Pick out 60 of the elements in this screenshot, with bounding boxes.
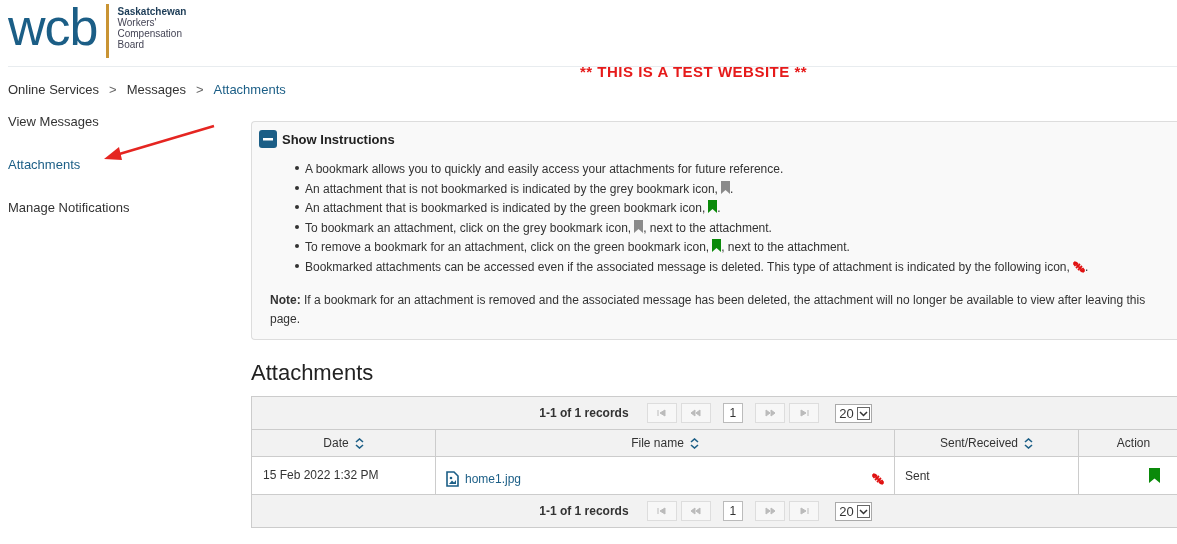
instruction-text: Bookmarked attachments can be accessed even if the associated message is deleted. This type of attachment is indicated by the following icon, — [305, 258, 1070, 276]
page-number[interactable]: 1 — [722, 403, 744, 423]
record-count: 1-1 of 1 records — [539, 504, 629, 518]
next-page-icon[interactable] — [755, 403, 786, 423]
bullet-icon — [295, 263, 299, 268]
direction-cell: Sent — [905, 468, 930, 483]
column-header[interactable]: Sent/Received — [939, 436, 1018, 450]
page-size-select[interactable]: 20 — [835, 501, 872, 521]
next-page-icon[interactable] — [755, 501, 786, 521]
note-text: Note: If a bookmark for an attachment is removed and the associated message has been deleted, the attachment will no longer be available to view after leaving this page. — [270, 292, 1147, 328]
broken-link-icon — [1072, 261, 1085, 274]
previous-page-icon[interactable] — [680, 403, 711, 423]
column-header[interactable]: Date — [323, 436, 349, 450]
instruction-text: . — [1084, 258, 1089, 276]
bullet-icon — [295, 185, 299, 190]
breadcrumb-link[interactable]: Online Services — [8, 81, 100, 97]
caret-icon[interactable] — [856, 504, 870, 518]
bullet-icon — [295, 244, 299, 248]
instruction-text: , next to the attachment. — [721, 239, 850, 256]
instruction-text: A bookmark allows you to quickly and easily access your attachments for future reference. — [305, 161, 784, 178]
instructions-title[interactable]: Show Instructions — [282, 131, 395, 147]
bullet-icon — [295, 205, 299, 209]
sidebar-link[interactable]: View Messages — [0, 114, 251, 157]
instruction-text: An attachment that is not bookmarked is indicated by the grey bookmark icon, — [305, 180, 718, 198]
sort-icon[interactable] — [1024, 437, 1033, 449]
wcb-logo[interactable]: wcb Saskatchewan Workers' Compensation Board — [8, 4, 187, 58]
test-site-notice-text: ** THIS IS A TEST WEBSITE ** — [580, 63, 808, 80]
column-header[interactable]: Action — [1116, 436, 1151, 450]
file-link[interactable]: home1.jpg — [465, 471, 522, 486]
instruction-text: To remove a bookmark for an attachment, click on the green bookmark icon, — [305, 239, 710, 256]
instruction-text: . — [717, 200, 721, 217]
breadcrumb-link[interactable]: Attachments — [213, 81, 286, 97]
bullet-icon — [295, 166, 299, 170]
breadcrumb-separator: > — [195, 81, 204, 97]
sort-icon[interactable] — [689, 437, 699, 449]
sidebar-link[interactable]: Manage Notifications — [0, 200, 251, 243]
instruction-text: . — [729, 180, 734, 198]
breadcrumb-separator: > — [109, 81, 117, 97]
page-size-select[interactable]: 20 — [835, 403, 872, 423]
last-page-icon[interactable] — [789, 403, 820, 423]
instruction-text: , next to the attachment. — [643, 219, 772, 237]
sidebar-link[interactable]: Attachments — [0, 157, 251, 200]
image-file-icon — [446, 470, 459, 487]
section-heading: Attachments — [251, 360, 375, 386]
first-page-icon[interactable] — [646, 501, 677, 521]
previous-page-icon[interactable] — [680, 501, 711, 521]
first-page-icon[interactable] — [646, 403, 677, 423]
instruction-text: To bookmark an attachment, click on the grey bookmark icon, — [305, 219, 632, 237]
breadcrumb-link[interactable]: Messages — [126, 81, 186, 97]
sort-icon[interactable] — [354, 437, 364, 449]
instruction-text: An attachment that is bookmarked is indicated by the green bookmark icon, — [305, 200, 706, 217]
column-header[interactable]: File name — [631, 436, 684, 450]
bullet-icon — [295, 224, 299, 229]
last-page-icon[interactable] — [789, 501, 820, 521]
collapse-icon[interactable] — [259, 130, 277, 148]
record-count: 1-1 of 1 records — [539, 406, 629, 420]
bookmark-icon[interactable] — [1149, 468, 1160, 483]
caret-icon[interactable] — [856, 406, 870, 420]
page-number[interactable]: 1 — [722, 501, 744, 521]
date-cell: 15 Feb 2022 1:32 PM — [263, 467, 379, 482]
